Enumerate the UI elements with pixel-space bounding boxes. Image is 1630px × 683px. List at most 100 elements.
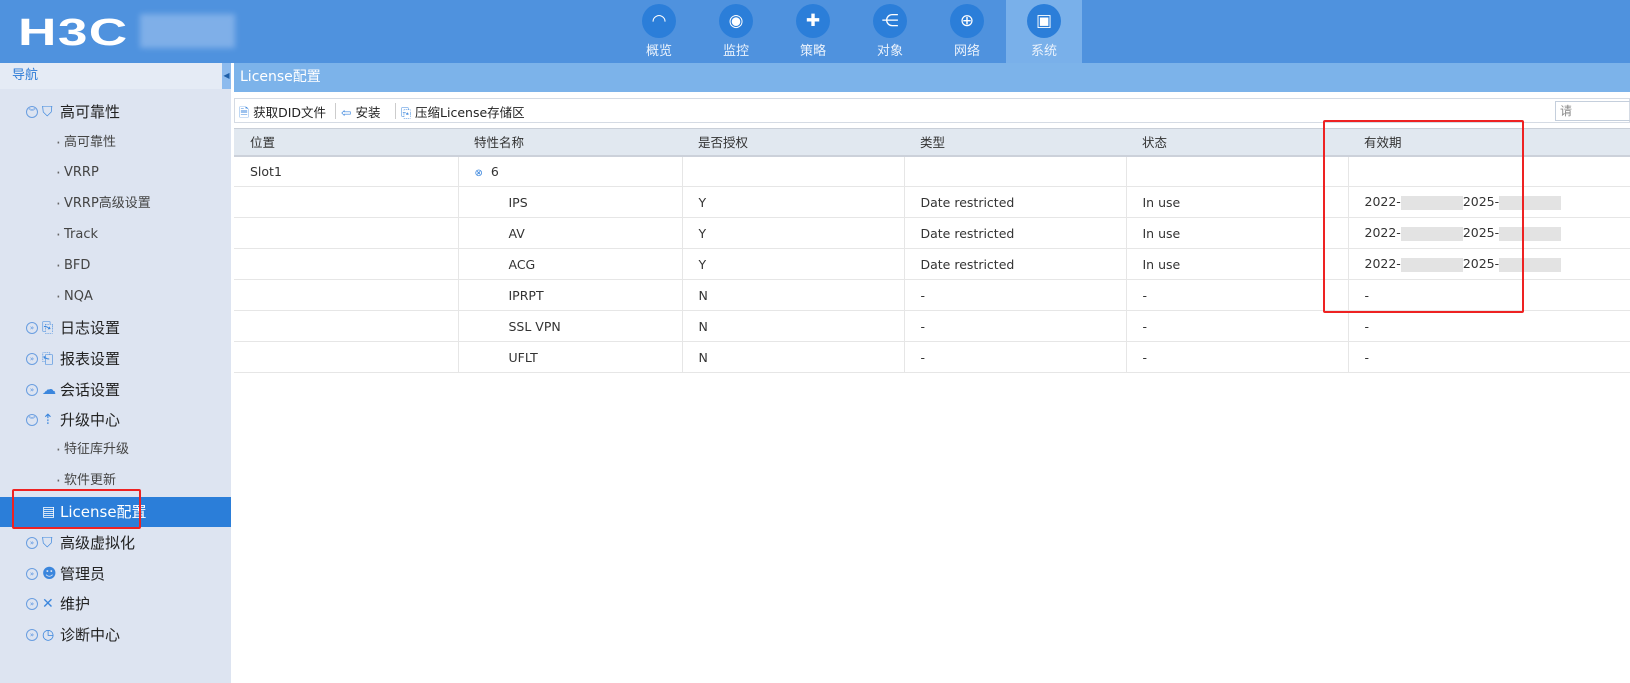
sidebar-item[interactable]: » ☁ 会话设置	[0, 375, 231, 405]
collapse-icon[interactable]: ︾	[26, 106, 38, 118]
menu-icon: ✕	[42, 596, 54, 612]
sidebar-item[interactable]: » ⛉ 高级虚拟化	[0, 528, 231, 558]
sidebar-item[interactable]: » ◷ 诊断中心	[0, 620, 231, 650]
expand-icon[interactable]: »	[26, 353, 38, 365]
menu-icon: ⇡	[42, 412, 54, 428]
highlight-box	[12, 489, 141, 529]
sidebar-item-label: 高可靠性	[60, 103, 121, 121]
sidebar-item-label: NQA	[64, 289, 93, 304]
monitor-icon: ▣	[1027, 4, 1061, 38]
sidebar: 导航 ◀ ︾ ⛉ 高可靠性 · 高可靠性 · VRRP · VRRP高级设置 · Track · BFD…	[0, 63, 231, 683]
menu-icon: ☁	[42, 382, 56, 398]
sidebar-title: 导航	[0, 63, 231, 89]
sidebar-item[interactable]: · NQA	[0, 282, 231, 312]
menu-icon: ☻	[42, 566, 57, 582]
bullet: ·	[56, 441, 61, 459]
nav-tab-3[interactable]: ⋲ 对象	[852, 0, 928, 63]
type: Date restricted	[904, 217, 1127, 249]
type: Date restricted	[904, 186, 1127, 218]
sidebar-item[interactable]: · VRRP高级设置	[0, 189, 231, 219]
shield-icon: ✚	[796, 4, 830, 38]
nav-tab-0[interactable]: ◠ 概览	[621, 0, 697, 63]
nav-tab-2[interactable]: ✚ 策略	[775, 0, 851, 63]
sidebar-item[interactable]: » ⎗ 报表设置	[0, 344, 231, 374]
feature-name: IPRPT	[458, 279, 683, 311]
sidebar-item-label: VRRP高级设置	[64, 196, 151, 211]
type: Date restricted	[904, 248, 1127, 280]
sidebar-item-label: 日志设置	[60, 319, 121, 337]
table-row[interactable]: SSL VPN N - - -	[234, 310, 1630, 342]
sidebar-item[interactable]: · 高可靠性	[0, 128, 231, 158]
expand-icon[interactable]: »	[26, 322, 38, 334]
sidebar-item[interactable]: · VRRP	[0, 158, 231, 188]
column-header[interactable]: 类型	[904, 128, 1126, 157]
search-input[interactable]: 请	[1555, 101, 1630, 121]
feature-group-cell[interactable]: ⊗ 6	[458, 155, 683, 187]
sidebar-item-label: 管理员	[60, 565, 106, 583]
expand-icon[interactable]: »	[26, 598, 38, 610]
nav-tab-4[interactable]: ⊕ 网络	[929, 0, 1005, 63]
sidebar-item[interactable]: » ☻ 管理员	[0, 559, 231, 589]
bullet: ·	[56, 134, 61, 152]
menu-icon: ⛉	[42, 535, 53, 551]
sidebar-item[interactable]: · Track	[0, 220, 231, 250]
menu-icon: ◷	[42, 627, 55, 643]
column-header[interactable]: 状态	[1126, 128, 1348, 157]
sidebar-item[interactable]: · 特征库升级	[0, 435, 231, 465]
sidebar-item-label: 高可靠性	[64, 135, 117, 150]
install-button[interactable]: ⇦ 安装	[341, 102, 381, 121]
collapse-sidebar-button[interactable]: ◀	[222, 63, 231, 89]
nav-tab-label: 对象	[876, 44, 903, 59]
type: -	[904, 279, 1127, 311]
validity: -	[1348, 310, 1630, 342]
menu-icon: ⛉	[42, 104, 53, 120]
expand-icon[interactable]: »	[26, 384, 38, 396]
expand-icon[interactable]: »	[26, 629, 38, 641]
sidebar-item[interactable]: · BFD	[0, 251, 231, 281]
authorized: Y	[682, 217, 905, 249]
sidebar-item-label: BFD	[64, 258, 91, 273]
sidebar-item[interactable]: » ⎘ 日志设置	[0, 313, 231, 343]
expand-icon[interactable]: »	[26, 537, 38, 549]
highlight-box	[1323, 120, 1524, 313]
sidebar-item-label: 诊断中心	[60, 626, 121, 644]
bullet: ·	[56, 257, 61, 275]
sidebar-item-label: 升级中心	[60, 411, 121, 429]
webcam-icon: ◉	[719, 4, 753, 38]
menu-icon: ⎗	[42, 351, 54, 367]
get-did-file-button[interactable]: 🗎 获取DID文件	[239, 102, 326, 125]
status: -	[1126, 310, 1349, 342]
compress-icon: ⎘	[401, 105, 412, 120]
collapse-icon[interactable]: ⊗	[475, 168, 483, 179]
authorized: Y	[682, 186, 905, 218]
authorized: N	[682, 310, 905, 342]
nav-tab-label: 策略	[799, 44, 826, 59]
nav-tab-label: 概览	[645, 44, 672, 59]
type: -	[904, 310, 1127, 342]
sidebar-item[interactable]: ︾ ⇡ 升级中心	[0, 405, 231, 435]
sidebar-item-label: 特征库升级	[64, 442, 130, 457]
sidebar-item-label: 报表设置	[60, 350, 121, 368]
table-row[interactable]: UFLT N - - -	[234, 341, 1630, 373]
expand-icon[interactable]: »	[26, 568, 38, 580]
column-header[interactable]: 是否授权	[682, 128, 904, 157]
status: In use	[1126, 186, 1349, 218]
sidebar-item-label: 维护	[60, 595, 91, 613]
status: -	[1126, 341, 1349, 373]
nav-tab-1[interactable]: ◉ 监控	[698, 0, 774, 63]
compress-license-storage-button[interactable]: ⎘ 压缩License存储区	[401, 102, 525, 121]
authorized: N	[682, 341, 905, 373]
column-header[interactable]: 特性名称	[458, 128, 682, 157]
bullet: ·	[56, 164, 61, 182]
collapse-icon[interactable]: ︾	[26, 414, 38, 426]
divider	[395, 103, 396, 119]
column-header[interactable]: 位置	[234, 128, 458, 157]
page-title: License配置	[234, 63, 1630, 92]
sidebar-item[interactable]: ︾ ⛉ 高可靠性	[0, 97, 231, 127]
gauge-icon: ◠	[642, 4, 676, 38]
nav-tab-5[interactable]: ▣ 系统	[1006, 0, 1082, 63]
status: In use	[1126, 217, 1349, 249]
divider	[335, 103, 336, 119]
sidebar-item[interactable]: » ✕ 维护	[0, 589, 231, 619]
nav-tab-label: 系统	[1030, 44, 1057, 59]
